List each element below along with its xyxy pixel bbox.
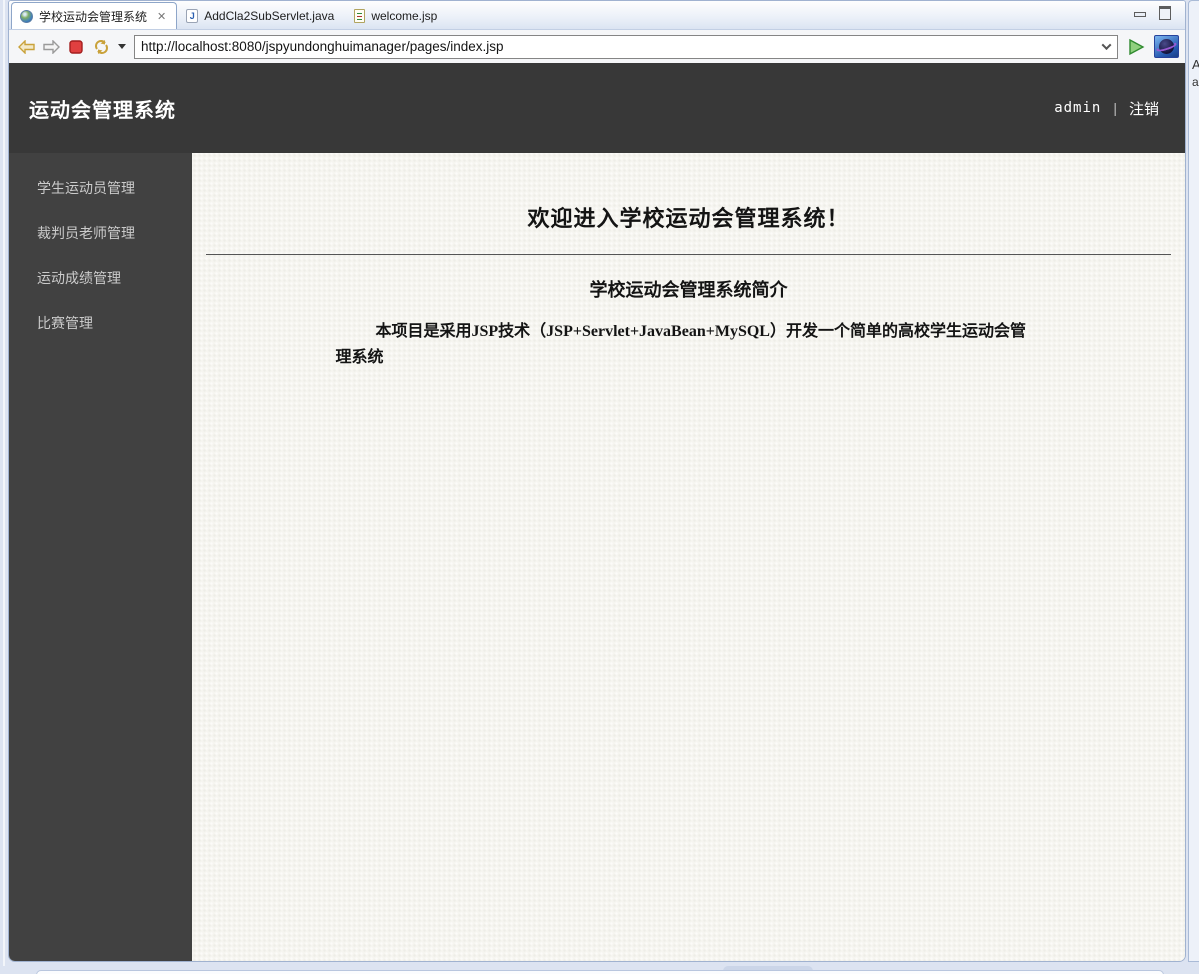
go-icon[interactable] xyxy=(1125,36,1147,58)
user-area: admin | 注销 xyxy=(1054,98,1159,119)
clipped-text-fragment: a xyxy=(1192,75,1199,89)
eclipse-left-border-highlight xyxy=(3,0,5,966)
intro-section-title: 学校运动会管理系统简介 xyxy=(589,280,788,300)
sidebar: 学生运动员管理 裁判员老师管理 运动成绩管理 比赛管理 xyxy=(9,153,192,961)
url-combo xyxy=(134,34,1118,59)
logout-link[interactable]: 注销 xyxy=(1129,98,1159,119)
page-header: 运动会管理系统 admin | 注销 xyxy=(9,63,1185,153)
internal-browser-view: 学校运动会管理系统 ✕ J AddCla2SubServlet.java wel… xyxy=(8,0,1186,962)
lower-view-top-edge xyxy=(36,970,1164,974)
tab-close-icon[interactable]: ✕ xyxy=(157,10,166,23)
sidebar-item-sport-results[interactable]: 运动成绩管理 xyxy=(9,256,192,301)
minimize-icon[interactable] xyxy=(1133,6,1146,17)
url-dropdown-icon[interactable] xyxy=(1095,36,1117,58)
editor-tab-bar: 学校运动会管理系统 ✕ J AddCla2SubServlet.java wel… xyxy=(9,1,1185,30)
tab-addcla2subservlet[interactable]: J AddCla2SubServlet.java xyxy=(177,2,345,29)
maximize-icon[interactable] xyxy=(1158,6,1171,20)
tab-label: 学校运动会管理系统 xyxy=(39,9,148,24)
main-content: 欢迎进入学校运动会管理系统！ 学校运动会管理系统简介 本项目是采用JSP技术（J… xyxy=(192,153,1185,961)
nav-dropdown-icon[interactable] xyxy=(117,38,127,56)
site-title: 运动会管理系统 xyxy=(29,99,176,122)
refresh-icon[interactable] xyxy=(92,38,110,56)
back-icon[interactable] xyxy=(17,38,35,56)
clipped-text-fragment: A xyxy=(1192,57,1199,72)
sidebar-item-student-athletes[interactable]: 学生运动员管理 xyxy=(9,166,192,211)
page-body: 学生运动员管理 裁判员老师管理 运动成绩管理 比赛管理 欢迎进入学校运动会管理系… xyxy=(9,153,1185,961)
tab-sports-system[interactable]: 学校运动会管理系统 ✕ xyxy=(11,2,178,29)
web-browser-icon[interactable] xyxy=(1154,35,1179,58)
stop-icon[interactable] xyxy=(67,38,85,56)
globe-icon xyxy=(20,9,33,23)
sidebar-item-competitions[interactable]: 比赛管理 xyxy=(9,301,192,346)
welcome-title: 欢迎进入学校运动会管理系统！ xyxy=(527,206,850,231)
browser-toolbar xyxy=(9,30,1185,63)
view-window-buttons xyxy=(1133,6,1171,20)
eclipse-left-border xyxy=(0,0,8,974)
tab-welcome-jsp[interactable]: welcome.jsp xyxy=(345,2,448,29)
url-input[interactable] xyxy=(135,35,1095,58)
forward-icon[interactable] xyxy=(42,38,60,56)
web-page: 运动会管理系统 admin | 注销 学生运动员管理 裁判员老师管理 运动成绩管… xyxy=(9,63,1185,961)
java-file-icon: J xyxy=(186,9,199,23)
jsp-file-icon xyxy=(354,9,366,23)
divider-rule xyxy=(206,254,1171,255)
sidebar-item-referee-teachers[interactable]: 裁判员老师管理 xyxy=(9,211,192,256)
user-divider: | xyxy=(1113,100,1117,116)
tab-label: welcome.jsp xyxy=(371,9,438,23)
tab-label: AddCla2SubServlet.java xyxy=(204,9,335,23)
adjacent-view-sliver: A a xyxy=(1188,0,1199,962)
username-label: admin xyxy=(1054,100,1102,116)
intro-paragraph: 本项目是采用JSP技术（JSP+Servlet+JavaBean+MySQL）开… xyxy=(335,323,1026,367)
